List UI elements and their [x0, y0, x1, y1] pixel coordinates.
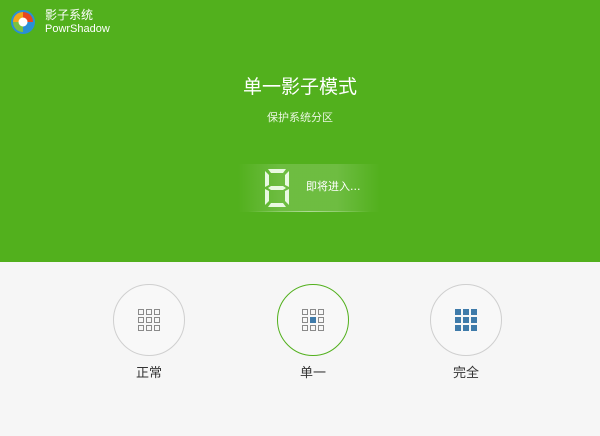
grid-filled-icon	[455, 309, 477, 331]
mode-single[interactable]: 单一	[277, 284, 349, 381]
status-text: 即将进入...	[306, 180, 361, 193]
header-panel: 影子系统 PowrShadow 单一影子模式 保护系统分区 8 即将进入...	[0, 0, 600, 262]
mode-single-label: 单一	[299, 366, 326, 381]
grid-outline-icon	[138, 309, 160, 331]
mode-subtitle: 保护系统分区	[267, 111, 333, 124]
mode-normal-button[interactable]	[113, 284, 185, 356]
mode-single-button[interactable]	[277, 284, 349, 356]
mode-full-button[interactable]	[430, 284, 502, 356]
brand-name-cn: 影子系统	[45, 8, 94, 22]
grid-center-filled-icon	[302, 309, 324, 331]
countdown-digit: 8	[265, 169, 289, 207]
brand-name-en: PowrShadow	[45, 23, 110, 35]
mode-title: 单一影子模式	[242, 76, 357, 98]
powershadow-logo-icon	[11, 10, 35, 34]
mode-full-label: 完全	[452, 366, 479, 381]
status-bar: 8 即将进入...	[238, 164, 380, 212]
mode-normal[interactable]: 正常	[113, 284, 185, 381]
mode-full[interactable]: 完全	[430, 284, 502, 381]
mode-normal-label: 正常	[135, 366, 162, 381]
